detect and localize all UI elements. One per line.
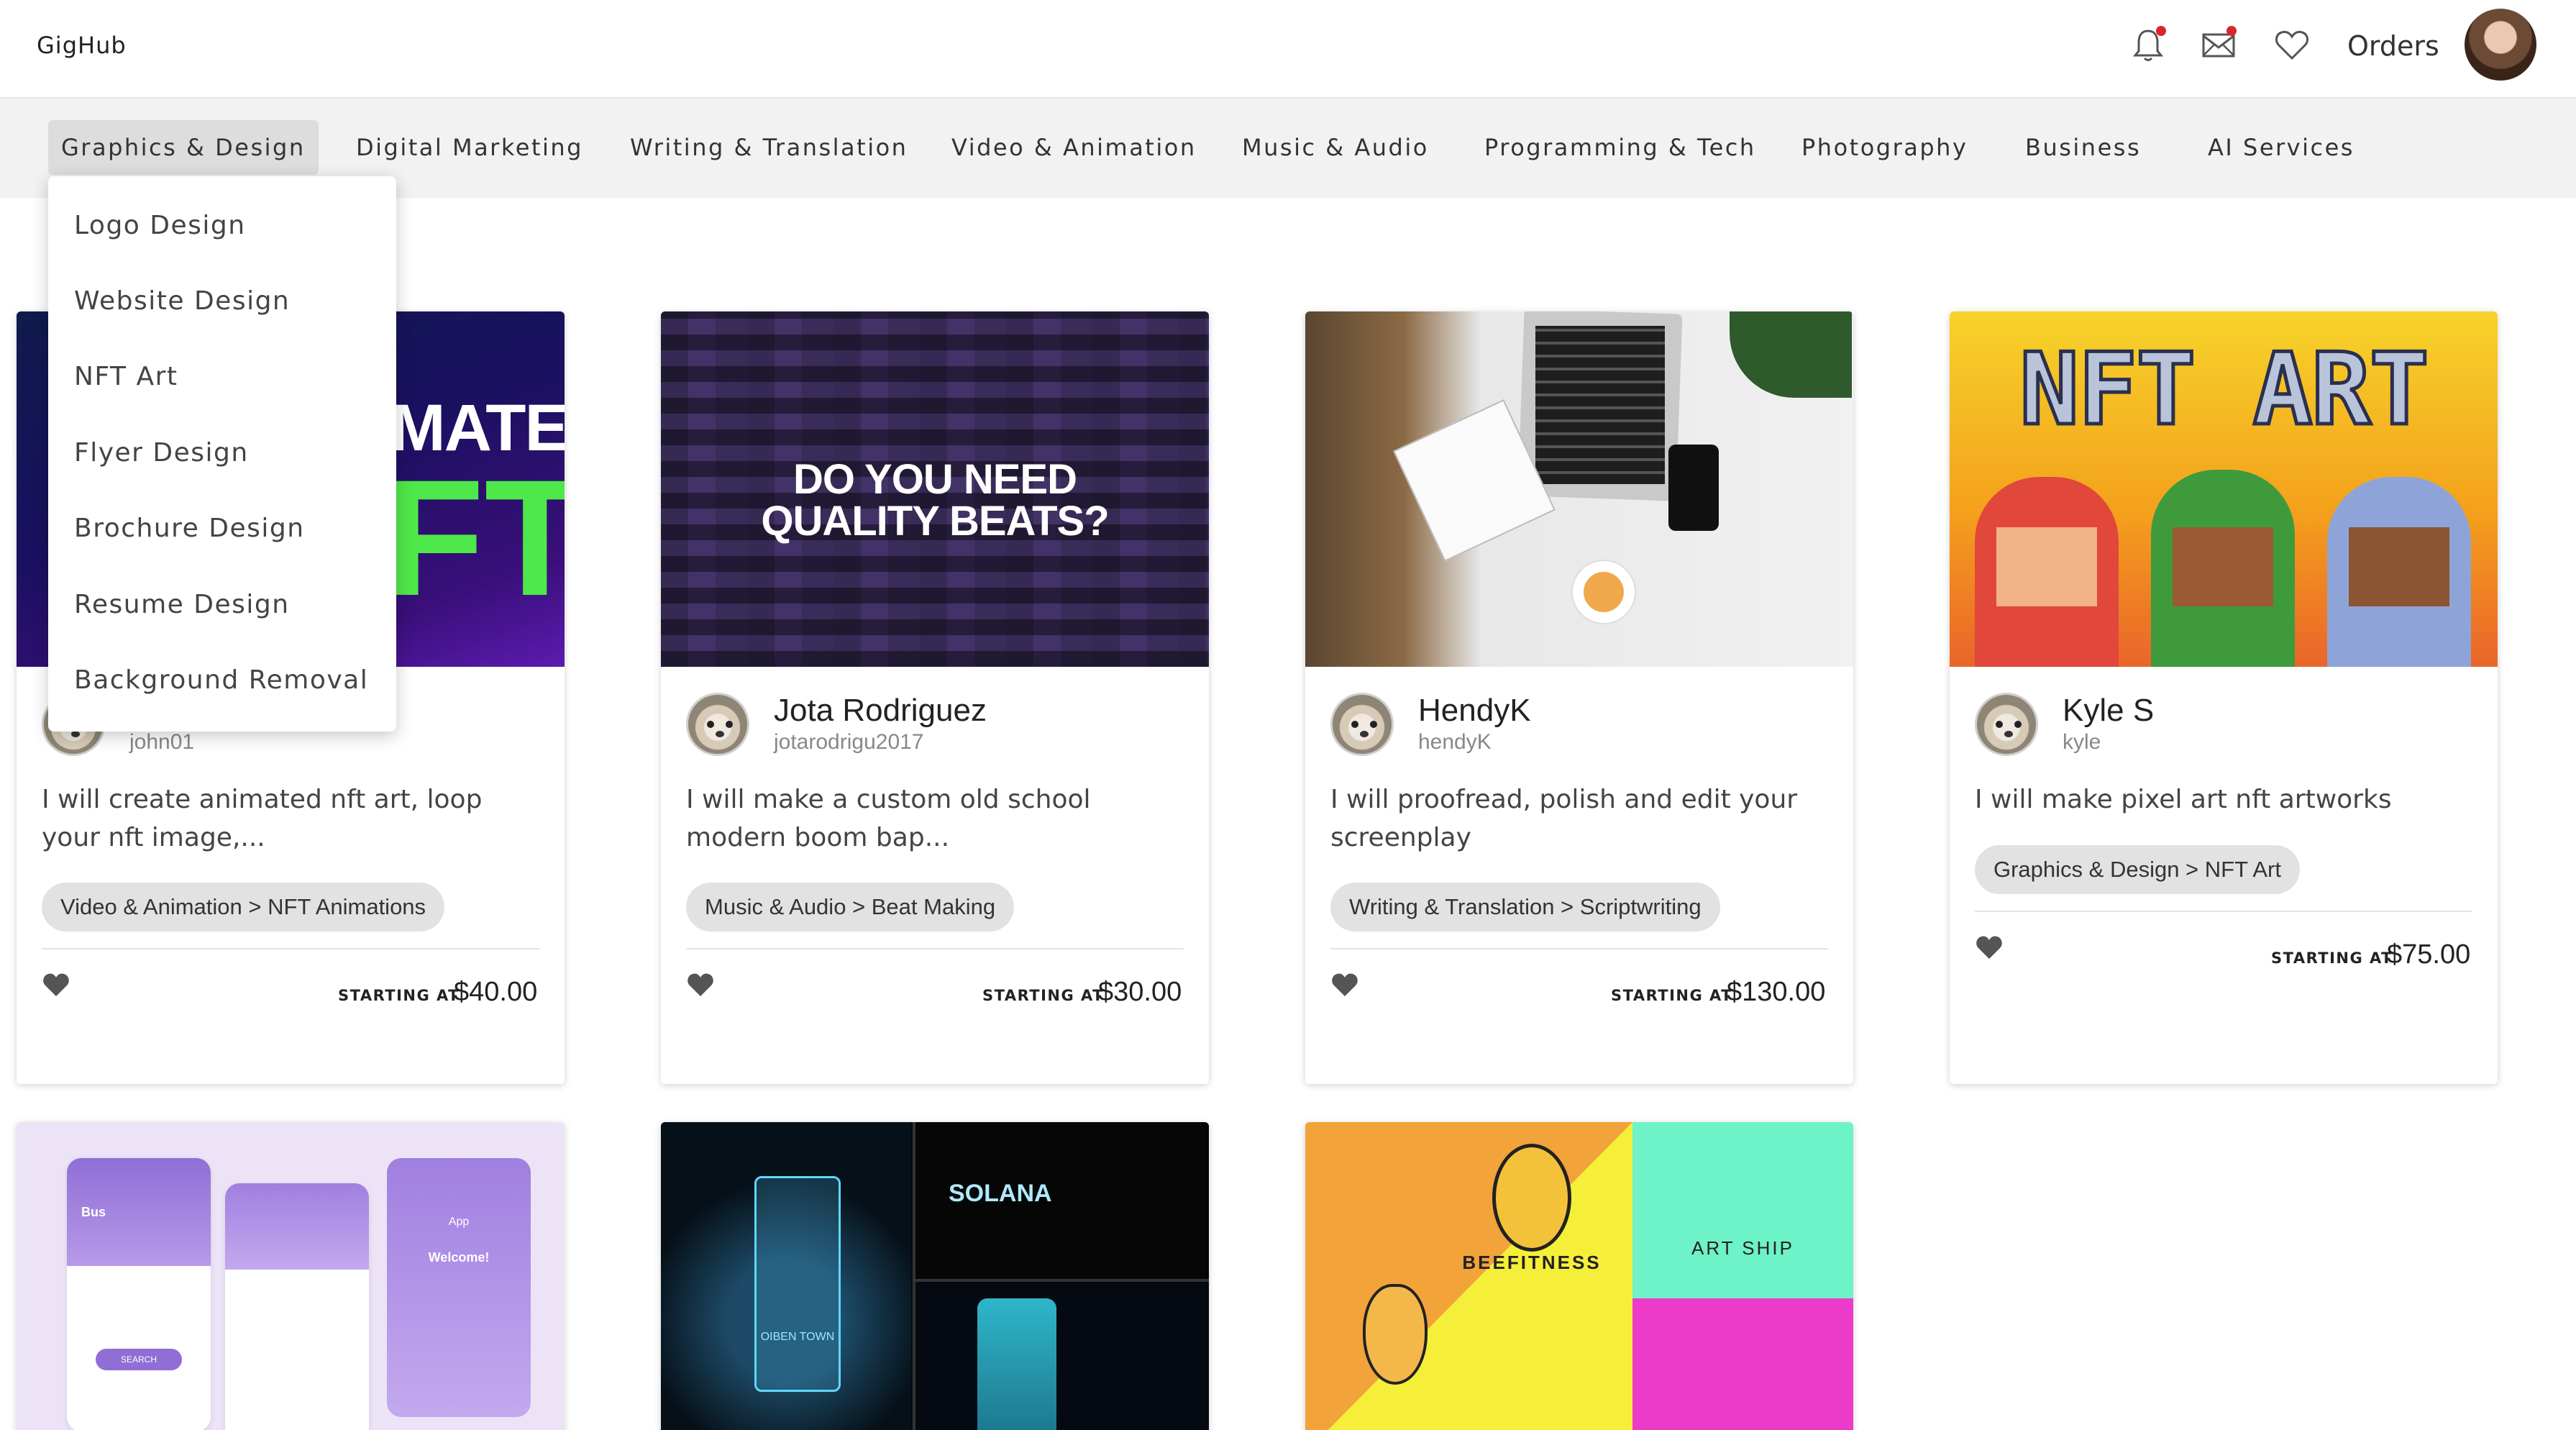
gig-image[interactable]: DO YOU NEED QUALITY BEATS? <box>661 311 1209 667</box>
heart-outline-icon <box>2275 30 2308 60</box>
gig-image-text: OIBEN TOWN <box>760 1331 835 1343</box>
gig-title[interactable]: I will make a custom old school modern b… <box>686 780 1189 857</box>
gig-image-text: QUALITY BEATS? <box>761 498 1109 545</box>
gig-card[interactable]: BEEFITNESS ART SHIP <box>1305 1122 1853 1430</box>
gig-image[interactable]: Bus SEARCH App Welcome! <box>17 1122 565 1430</box>
messages-button[interactable] <box>2198 24 2239 66</box>
gig-image-text: SOLANA <box>949 1180 1052 1207</box>
gig-image[interactable]: OIBEN TOWN SOLANA <box>661 1122 1209 1430</box>
category-programming-tech[interactable]: Programming & Tech <box>1471 120 1769 175</box>
dropdown-item-nft-art[interactable]: NFT Art <box>74 362 178 391</box>
dropdown-item-resume-design[interactable]: Resume Design <box>74 590 290 619</box>
dropdown-item-flyer-design[interactable]: Flyer Design <box>74 438 249 468</box>
seller-avatar[interactable] <box>1330 693 1394 756</box>
notification-dot <box>2156 26 2166 36</box>
gig-image-text: NFT ART <box>2018 330 2431 450</box>
subcategory-dropdown: Logo Design Website Design NFT Art Flyer… <box>48 176 396 732</box>
seller-name[interactable]: Kyle S <box>2063 693 2154 729</box>
gig-image-text: FT <box>383 445 565 630</box>
favorite-heart-icon[interactable] <box>1330 972 1359 998</box>
gig-image-text: BEEFITNESS <box>1462 1252 1602 1273</box>
gig-image-text: App <box>448 1216 470 1228</box>
gig-image-text: Bus <box>81 1205 106 1219</box>
starting-at-label: STARTING AT <box>2271 949 2393 967</box>
gig-title[interactable]: I will create animated nft art, loop you… <box>42 780 545 857</box>
gig-image-text: DO YOU NEED <box>793 456 1077 503</box>
seller-avatar[interactable] <box>1975 693 2038 756</box>
starting-at-label: STARTING AT <box>982 987 1105 1004</box>
favorite-heart-icon[interactable] <box>1975 934 2004 960</box>
site-logo[interactable]: GigHub <box>37 32 127 59</box>
gig-image-text: SEARCH <box>96 1349 182 1370</box>
notifications-button[interactable] <box>2127 24 2169 66</box>
category-digital-marketing[interactable]: Digital Marketing <box>343 120 596 175</box>
seller-name[interactable]: HendyK <box>1418 693 1531 729</box>
gig-card[interactable]: DO YOU NEED QUALITY BEATS? Jota Rodrigue… <box>661 311 1209 1084</box>
gig-title[interactable]: I will make pixel art nft artworks <box>1975 780 2478 819</box>
top-header: GigHub Orders <box>0 0 2576 99</box>
seller-username: john01 <box>129 730 195 754</box>
gig-card[interactable]: NFT ART Kyle S kyle I will make pixel ar… <box>1950 311 2498 1084</box>
gig-price: $40.00 <box>454 977 538 1007</box>
category-writing-translation[interactable]: Writing & Translation <box>617 120 921 175</box>
gig-image-text: Welcome! <box>428 1250 490 1265</box>
seller-name[interactable]: Jota Rodriguez <box>774 693 987 729</box>
orders-link[interactable]: Orders <box>2347 30 2439 62</box>
gig-image[interactable]: BEEFITNESS ART SHIP <box>1305 1122 1853 1430</box>
dropdown-item-website-design[interactable]: Website Design <box>74 286 290 316</box>
gig-card[interactable]: Bus SEARCH App Welcome! <box>17 1122 565 1430</box>
favorites-button[interactable] <box>2271 24 2313 66</box>
category-tag[interactable]: Music & Audio > Beat Making <box>686 883 1015 932</box>
category-tag[interactable]: Writing & Translation > Scriptwriting <box>1330 883 1720 932</box>
card-divider <box>1330 948 1828 949</box>
favorite-heart-icon[interactable] <box>686 972 715 998</box>
dropdown-item-background-removal[interactable]: Background Removal <box>74 665 368 695</box>
seller-username: jotarodrigu2017 <box>774 730 924 754</box>
starting-at-label: STARTING AT <box>1611 987 1733 1004</box>
gig-price: $130.00 <box>1727 977 1826 1007</box>
category-graphics-design[interactable]: Graphics & Design <box>48 120 319 175</box>
card-divider <box>42 948 539 949</box>
category-business[interactable]: Business <box>2012 120 2154 175</box>
gig-image[interactable] <box>1305 311 1853 667</box>
gig-price: $75.00 <box>2387 939 2471 970</box>
gig-card[interactable]: OIBEN TOWN SOLANA <box>661 1122 1209 1430</box>
seller-avatar[interactable] <box>686 693 749 756</box>
category-photography[interactable]: Photography <box>1789 120 1981 175</box>
gig-image-text: ART SHIP <box>1691 1237 1794 1259</box>
category-tag[interactable]: Graphics & Design > NFT Art <box>1975 845 2300 894</box>
dropdown-item-brochure-design[interactable]: Brochure Design <box>74 514 305 543</box>
gig-title[interactable]: I will proofread, polish and edit your s… <box>1330 780 1834 857</box>
category-video-animation[interactable]: Video & Animation <box>938 120 1210 175</box>
gig-card[interactable]: HendyK hendyK I will proofread, polish a… <box>1305 311 1853 1084</box>
user-avatar[interactable] <box>2465 9 2536 81</box>
dropdown-item-logo-design[interactable]: Logo Design <box>74 211 246 240</box>
card-divider <box>686 948 1184 949</box>
seller-username: hendyK <box>1418 730 1492 754</box>
favorite-heart-icon[interactable] <box>42 972 70 998</box>
gig-image[interactable]: NFT ART <box>1950 311 2498 667</box>
category-music-audio[interactable]: Music & Audio <box>1229 120 1442 175</box>
category-tag[interactable]: Video & Animation > NFT Animations <box>42 883 445 932</box>
message-dot <box>2226 26 2237 36</box>
gig-price: $30.00 <box>1098 977 1182 1007</box>
seller-username: kyle <box>2063 730 2101 754</box>
card-divider <box>1975 911 2472 912</box>
starting-at-label: STARTING AT <box>338 987 460 1004</box>
category-ai-services[interactable]: AI Services <box>2195 120 2367 175</box>
